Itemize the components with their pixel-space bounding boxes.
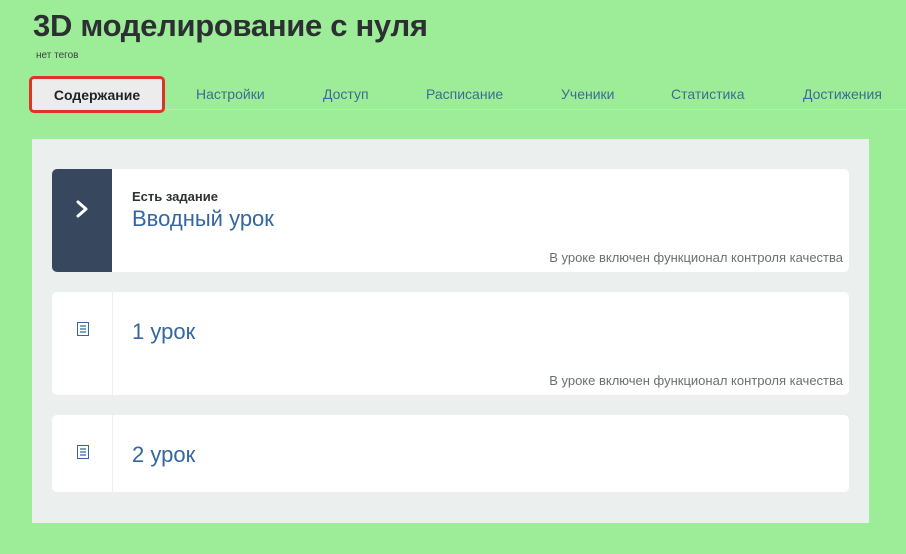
course-title: 3D моделирование с нуля [33, 8, 428, 43]
document-icon [77, 322, 89, 336]
lesson-icon-column [52, 292, 113, 395]
lesson-title[interactable]: Вводный урок [132, 206, 274, 232]
lesson-expand-button[interactable] [52, 169, 112, 272]
assignment-badge: Есть задание [132, 189, 218, 204]
document-icon [77, 445, 89, 459]
lesson-title[interactable]: 2 урок [132, 442, 195, 468]
tab-statistics[interactable]: Статистика [671, 86, 745, 102]
tab-achievements[interactable]: Достижения [803, 86, 882, 102]
tab-access[interactable]: Доступ [323, 86, 369, 102]
tab-content[interactable]: Содержание [29, 76, 165, 113]
lesson-card[interactable]: 2 урок [52, 415, 849, 492]
course-tags: нет тегов [36, 50, 79, 61]
tabs-divider [166, 109, 906, 110]
lessons-panel: Есть задание Вводный урок В уроке включе… [32, 139, 869, 523]
chevron-right-icon [52, 196, 112, 224]
tab-settings[interactable]: Настройки [196, 86, 265, 102]
lesson-card[interactable]: 1 урок В уроке включен функционал контро… [52, 292, 849, 395]
lesson-card[interactable]: Есть задание Вводный урок В уроке включе… [52, 169, 849, 272]
lesson-title[interactable]: 1 урок [132, 319, 195, 345]
lesson-icon-column [52, 415, 113, 492]
quality-control-note: В уроке включен функционал контроля каче… [549, 250, 843, 265]
tab-students[interactable]: Ученики [561, 86, 614, 102]
quality-control-note: В уроке включен функционал контроля каче… [549, 373, 843, 388]
tab-schedule[interactable]: Расписание [426, 86, 503, 102]
